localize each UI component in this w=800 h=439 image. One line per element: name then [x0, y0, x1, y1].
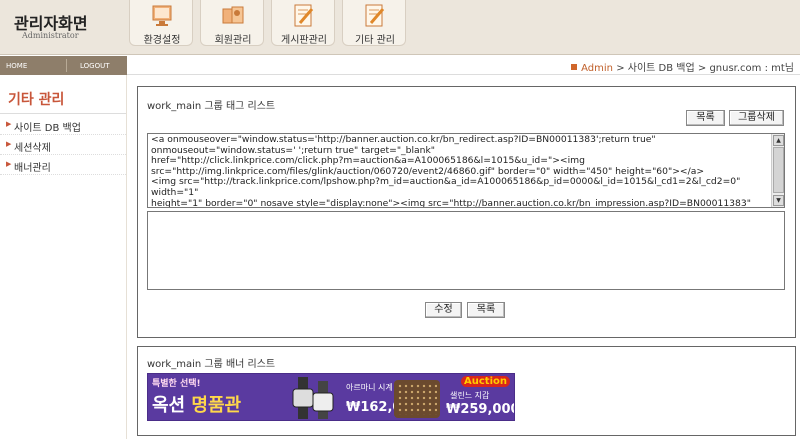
list-button-bottom[interactable]: 목록: [467, 302, 505, 318]
breadcrumb-current: 사이트 DB 백업: [627, 63, 695, 74]
banner-line2: 옥션 명품관: [152, 391, 241, 417]
edit-button[interactable]: 수정: [425, 302, 462, 318]
auction-logo: Auction: [461, 376, 510, 387]
scrollbar[interactable]: ▲ ▼: [771, 134, 784, 207]
scroll-up-icon[interactable]: ▲: [773, 135, 784, 146]
arrow-icon: ▶: [6, 160, 12, 168]
logout-link[interactable]: LOGOUT: [80, 62, 110, 70]
monitor-icon: [152, 5, 172, 26]
sidebar-item-db-backup[interactable]: ▶ 사이트 DB 백업: [0, 115, 126, 135]
banner-image[interactable]: 특별한 선택! 옥션 명품관 아르마니 시계 ₩162,000 Auction …: [147, 373, 515, 421]
menu-board[interactable]: 게시판관리: [271, 0, 335, 46]
menu-misc-label: 기타 관리: [355, 35, 395, 46]
bullet-icon: [571, 64, 578, 70]
divider: [0, 113, 126, 114]
group-delete-button[interactable]: 그룹삭제: [729, 110, 784, 126]
tag-preview-area[interactable]: [147, 211, 785, 290]
top-bar: 관리자화면 Administrator 환경설정 회원관리 게시판관리 기타 관…: [0, 0, 800, 55]
tag-list-panel: work_main 그룹 태그 리스트 목록 그룹삭제 <a onmouseov…: [137, 86, 796, 338]
menu-members-label: 회원관리: [214, 35, 252, 46]
scroll-thumb[interactable]: [773, 147, 784, 193]
menu-misc[interactable]: 기타 관리: [342, 0, 406, 46]
divider: [66, 59, 67, 72]
brand-subtitle: Administrator: [22, 31, 79, 40]
misc-icon: [365, 4, 385, 27]
menu-settings-label: 환경설정: [143, 35, 181, 46]
menu-members[interactable]: 회원관리: [200, 0, 264, 46]
members-icon: [222, 6, 244, 24]
sidebar-title: 기타 관리: [8, 92, 65, 108]
sub-nav: HOME LOGOUT: [0, 56, 127, 75]
bag-icon: [394, 380, 440, 418]
tag-code-textarea[interactable]: <a onmouseover="window.status='http://ba…: [147, 133, 785, 208]
sidebar-item-banner[interactable]: ▶ 배너관리: [0, 155, 126, 175]
board-icon: [294, 4, 314, 27]
arrow-icon: ▶: [6, 140, 12, 148]
banner-tag1: 아르마니 시계: [346, 383, 393, 392]
banner-line2a: 옥션: [152, 395, 186, 416]
banner-list-panel: work_main 그룹 배너 리스트 특별한 선택! 옥션 명품관 아르마니 …: [137, 346, 796, 436]
sidebar-item-label: 세션삭제: [14, 143, 51, 154]
home-link[interactable]: HOME: [6, 62, 27, 70]
banner-tag2: 샐린느 지갑: [450, 391, 490, 400]
banner-price2: ₩259,000: [446, 402, 515, 417]
watch-icon: [292, 377, 334, 419]
arrow-icon: ▶: [6, 120, 12, 128]
breadcrumb-separator: >: [616, 63, 625, 74]
menu-board-label: 게시판관리: [281, 35, 327, 46]
sidebar: 기타 관리 ▶ 사이트 DB 백업 ▶ 세션삭제 ▶ 배너관리: [0, 75, 127, 439]
banner-line2b: 명품관: [191, 395, 242, 416]
sidebar-item-session-delete[interactable]: ▶ 세션삭제: [0, 135, 126, 155]
breadcrumb: Admin > 사이트 DB 백업 > gnusr.com : mt님: [571, 59, 794, 74]
breadcrumb-bar: Admin > 사이트 DB 백업 > gnusr.com : mt님: [127, 56, 800, 75]
panel-title: work_main 그룹 태그 리스트: [147, 101, 276, 112]
banner-line1: 특별한 선택!: [152, 379, 201, 389]
menu-settings[interactable]: 환경설정: [129, 0, 193, 46]
list-button[interactable]: 목록: [686, 110, 725, 126]
scroll-down-icon[interactable]: ▼: [773, 195, 784, 206]
tag-code: <a onmouseover="window.status='http://ba…: [151, 134, 751, 208]
sidebar-item-label: 사이트 DB 백업: [14, 123, 81, 134]
breadcrumb-admin[interactable]: Admin: [581, 63, 613, 74]
sidebar-item-label: 배너관리: [14, 163, 51, 174]
panel-title: work_main 그룹 배너 리스트: [147, 359, 276, 370]
brand: 관리자화면 Administrator: [0, 0, 127, 55]
breadcrumb-user: > gnusr.com : mt님: [697, 63, 794, 74]
